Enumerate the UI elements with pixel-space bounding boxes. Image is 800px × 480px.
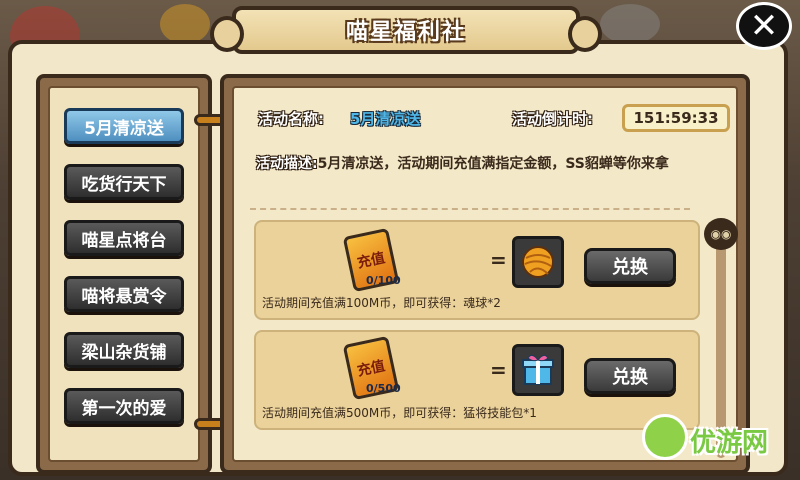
- exchange-button[interactable]: 兑换: [584, 358, 676, 394]
- activity-name-value: 5月清凉送: [350, 110, 421, 128]
- card-label: 充值: [355, 358, 387, 380]
- reward-description: 活动期间充值满500M币，即可获得：猛将技能包*1: [262, 406, 537, 420]
- desc-text: 5月清凉送，活动期间充值满指定金额，SS貂蝉等你来拿: [317, 156, 669, 172]
- menu-item-liangshan-shop[interactable]: 梁山杂货铺: [64, 332, 184, 368]
- desc-label: 活动描述:: [256, 156, 318, 172]
- exchange-button-label: 兑换: [612, 257, 648, 278]
- exchange-button[interactable]: 兑换: [584, 248, 676, 284]
- menu-item-label: 第一次的爱: [81, 398, 167, 419]
- menu-item-label: 5月清凉送: [84, 118, 164, 139]
- countdown-timer: 151:59:33: [622, 104, 730, 132]
- background-decoration: [600, 4, 660, 44]
- menu-item-foodie[interactable]: 吃货行天下: [64, 164, 184, 200]
- reward-description: 活动期间充值满100M币，即可获得：魂球*2: [262, 296, 501, 310]
- activity-name-label: 活动名称:: [258, 110, 324, 128]
- menu-item-label: 喵星点将台: [81, 230, 167, 251]
- background-decoration: [160, 4, 210, 44]
- exchange-button-label: 兑换: [612, 367, 648, 388]
- activity-description: 活动描述:5月清凉送，活动期间充值满指定金额，SS貂蝉等你来拿: [256, 152, 696, 176]
- recharge-progress: 0/100: [366, 274, 401, 287]
- menu-item-label: 梁山杂货铺: [81, 342, 167, 363]
- gift-box-icon: [522, 354, 554, 385]
- divider: [250, 208, 690, 210]
- reward-item-slot[interactable]: [512, 236, 564, 288]
- menu-item-label: 吃货行天下: [81, 174, 167, 195]
- title-banner: 喵星福利社: [210, 6, 602, 54]
- menu-item-label: 喵将悬赏令: [81, 286, 167, 307]
- scrollbar-handle[interactable]: ◉◉: [704, 218, 738, 250]
- menu-item-general-platform[interactable]: 喵星点将台: [64, 220, 184, 256]
- menu-item-may-cool[interactable]: 5月清凉送: [64, 108, 184, 144]
- countdown-value: 151:59:33: [633, 109, 719, 127]
- close-icon: ✕: [749, 6, 779, 46]
- equals-sign: =: [490, 248, 507, 272]
- equals-sign: =: [490, 358, 507, 382]
- menu-item-bounty[interactable]: 喵将悬赏令: [64, 276, 184, 312]
- reward-item-slot[interactable]: [512, 344, 564, 396]
- watermark-logo: 优游网: [690, 428, 769, 458]
- card-label: 充值: [355, 250, 387, 272]
- watermark-mascot-icon: [642, 414, 688, 460]
- countdown-label: 活动倒计时:: [512, 110, 593, 128]
- recharge-progress: 0/500: [366, 382, 401, 395]
- close-button[interactable]: ✕: [736, 2, 792, 50]
- cat-face-icon: ◉◉: [710, 227, 732, 241]
- page-title: 喵星福利社: [345, 20, 466, 45]
- menu-item-first-love[interactable]: 第一次的爱: [64, 388, 184, 424]
- yarn-ball-icon: [522, 246, 554, 278]
